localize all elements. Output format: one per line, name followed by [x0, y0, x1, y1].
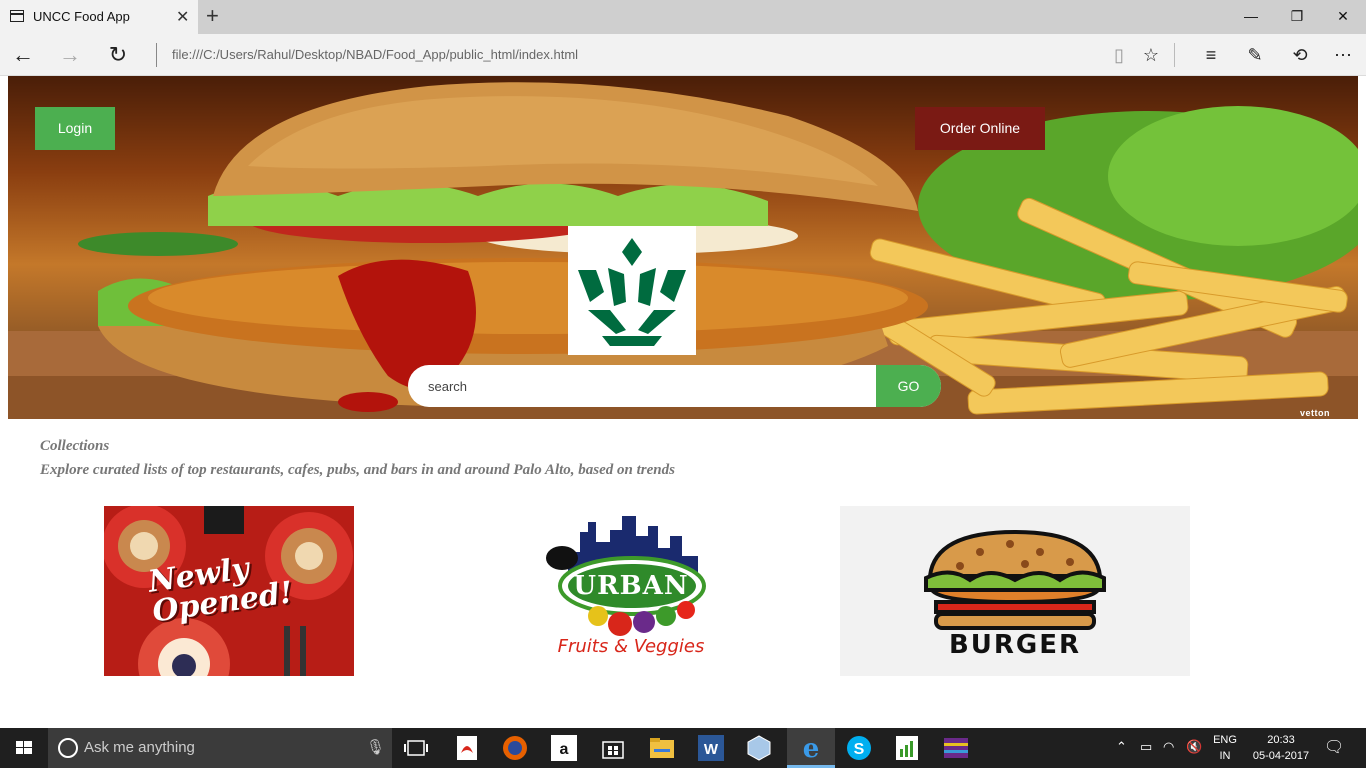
- search-bar: GO: [408, 365, 941, 407]
- wifi-icon[interactable]: ◠: [1163, 739, 1174, 755]
- browser-tab-strip: UNCC Food App ✕ + — ❐ ✕: [0, 0, 1366, 34]
- system-clock[interactable]: 20:33 05-04-2017: [1250, 732, 1312, 764]
- input-language[interactable]: ENG IN: [1212, 732, 1238, 764]
- lang-code: ENG: [1213, 734, 1237, 746]
- task-view-icon[interactable]: [400, 732, 432, 764]
- edge-icon[interactable]: e: [795, 732, 827, 764]
- browser-tab[interactable]: UNCC Food App ✕: [0, 0, 198, 34]
- share-icon[interactable]: ⟲: [1285, 41, 1315, 69]
- restore-icon[interactable]: ❐: [1274, 0, 1320, 34]
- order-online-button[interactable]: Order Online: [915, 107, 1045, 150]
- svg-text:e: e: [803, 735, 820, 761]
- new-tab-icon[interactable]: +: [206, 3, 219, 29]
- notifications-icon[interactable]: 🗨: [1324, 737, 1344, 757]
- firefox-icon[interactable]: [499, 732, 531, 764]
- collections-title: Collections: [40, 438, 110, 454]
- fruits-veggies-label: Fruits & Veggies: [557, 636, 705, 657]
- lang-region: IN: [1219, 750, 1231, 762]
- go-button[interactable]: GO: [876, 365, 941, 407]
- hero-banner: Login Order Online GO vetton: [8, 76, 1358, 419]
- collection-card-newly-opened[interactable]: Newly Opened!: [104, 506, 354, 676]
- start-button[interactable]: [0, 728, 48, 768]
- show-hidden-icons[interactable]: ⌃: [1116, 739, 1127, 755]
- virtualbox-icon[interactable]: [743, 732, 775, 764]
- cortana-icon: [58, 738, 78, 758]
- refresh-icon[interactable]: ↻: [103, 41, 133, 69]
- burger-label: BURGER: [948, 630, 1082, 660]
- cortana-search[interactable]: Ask me anything 🎙: [48, 728, 392, 768]
- close-window-icon[interactable]: ✕: [1320, 0, 1366, 34]
- web-note-icon[interactable]: ✎: [1240, 41, 1270, 69]
- close-tab-icon[interactable]: ✕: [176, 7, 189, 27]
- svg-text:W: W: [704, 741, 719, 758]
- amazon-icon[interactable]: a: [548, 732, 580, 764]
- tab-title: UNCC Food App: [33, 9, 130, 24]
- uncc-logo: [568, 226, 696, 355]
- svg-text:a: a: [560, 741, 569, 758]
- collection-card-burger[interactable]: BURGER: [840, 506, 1190, 676]
- search-input[interactable]: [428, 375, 868, 397]
- taskbar: Ask me anything 🎙 a W e S ⌃ ▭ ◠ 🔇 ENG IN…: [0, 728, 1366, 768]
- photo-watermark: vetton: [1300, 408, 1330, 418]
- cortana-placeholder: Ask me anything: [84, 739, 195, 756]
- skype-icon[interactable]: S: [843, 732, 875, 764]
- address-divider: [156, 43, 157, 67]
- urban-label: URBAN: [573, 571, 689, 601]
- back-icon[interactable]: ←: [8, 41, 38, 69]
- address-field[interactable]: file:///C:/Users/Rahul/Desktop/NBAD/Food…: [172, 47, 578, 62]
- spreadsheet-icon[interactable]: [891, 732, 923, 764]
- word-icon[interactable]: W: [695, 732, 727, 764]
- favorite-star-icon[interactable]: ☆: [1136, 41, 1166, 69]
- svg-text:S: S: [854, 741, 865, 758]
- login-button[interactable]: Login: [35, 107, 115, 150]
- address-bar-row: ← → ↻ file:///C:/Users/Rahul/Desktop/NBA…: [0, 34, 1366, 76]
- minimize-icon[interactable]: —: [1228, 0, 1274, 34]
- battery-icon[interactable]: ▭: [1140, 739, 1152, 755]
- crown-logo-icon: [578, 238, 686, 346]
- reading-view-icon[interactable]: ▯: [1104, 41, 1134, 69]
- file-explorer-icon[interactable]: [646, 732, 678, 764]
- more-icon[interactable]: ⋯: [1328, 41, 1358, 69]
- toolbar-divider: [1174, 43, 1175, 67]
- page-icon: [10, 10, 24, 22]
- windows-logo-icon: [16, 741, 32, 754]
- collection-card-urban-fruits[interactable]: URBAN Fruits & Veggies: [540, 512, 722, 672]
- clock-time: 20:33: [1267, 734, 1295, 746]
- clock-date: 05-04-2017: [1252, 750, 1310, 762]
- store-icon[interactable]: [597, 732, 629, 764]
- volume-muted-icon[interactable]: 🔇: [1186, 739, 1202, 755]
- collections-subtitle: Explore curated lists of top restaurants…: [40, 462, 675, 478]
- forward-icon[interactable]: →: [55, 41, 85, 69]
- microphone-icon[interactable]: 🎙: [366, 738, 385, 756]
- hub-icon[interactable]: ≡: [1196, 41, 1226, 69]
- pdf-reader-icon[interactable]: [451, 732, 483, 764]
- winrar-icon[interactable]: [940, 732, 972, 764]
